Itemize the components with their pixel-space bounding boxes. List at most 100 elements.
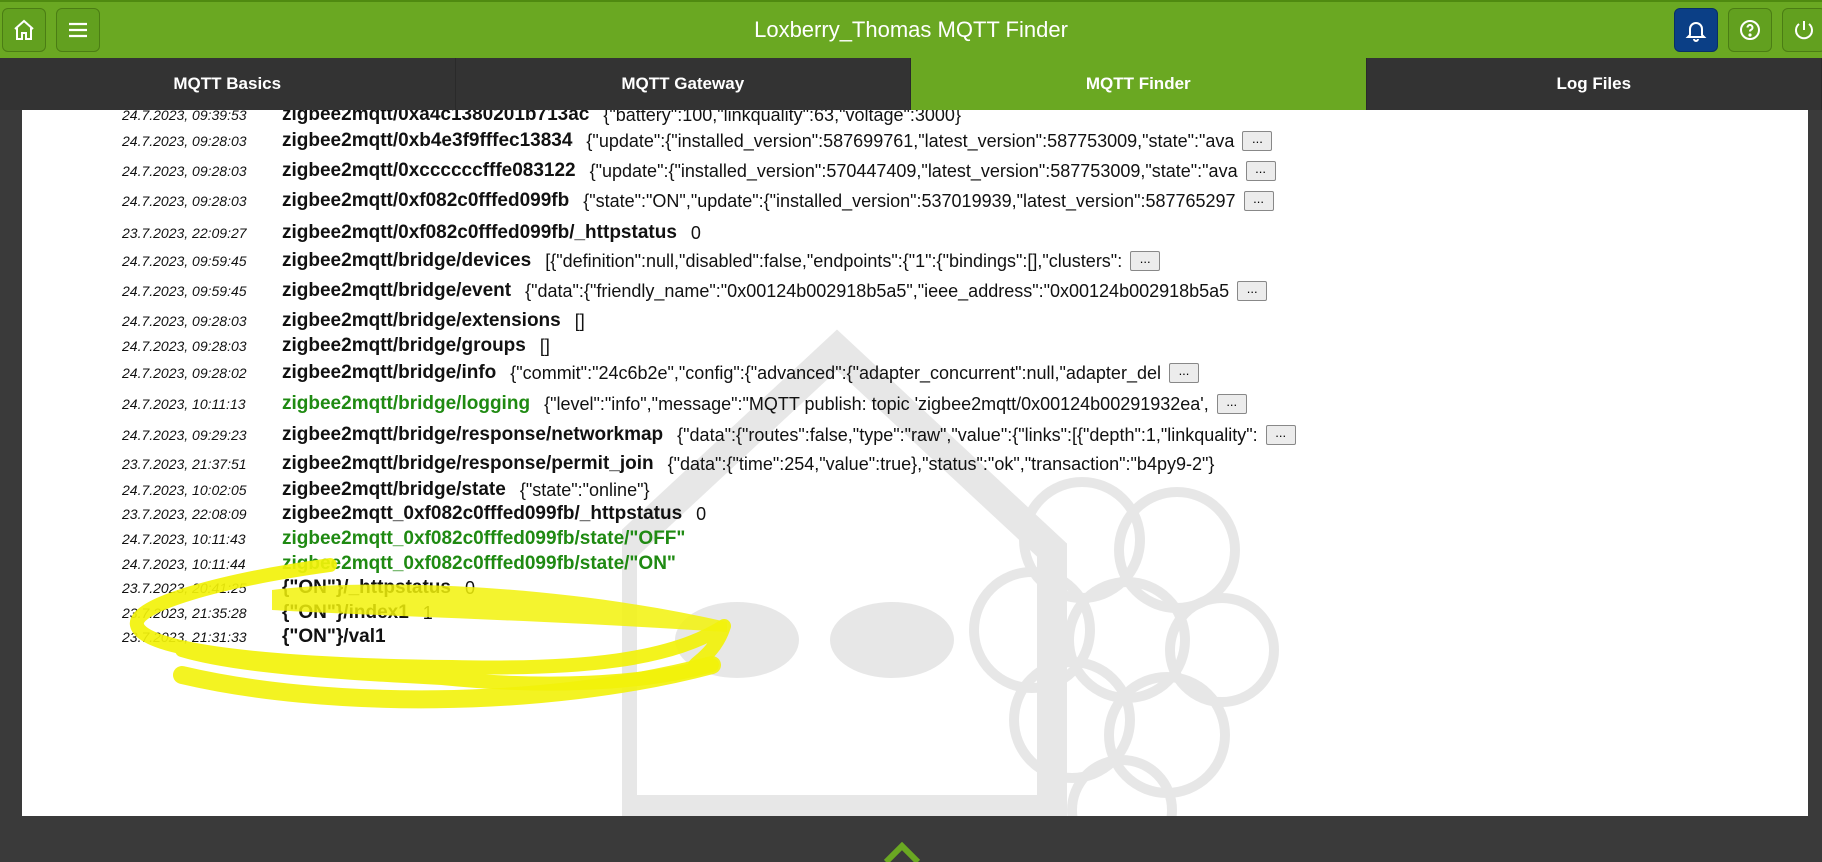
hamburger-menu-icon	[66, 18, 90, 42]
topic-row[interactable]: 23.7.2023, 21:37:51zigbee2mqtt/bridge/re…	[22, 451, 1214, 477]
menu-button[interactable]	[56, 8, 100, 52]
topic-row[interactable]: 24.7.2023, 09:28:02zigbee2mqtt/bridge/in…	[22, 360, 1199, 386]
expand-value-button[interactable]: ...	[1169, 363, 1199, 383]
topic-value: {"commit":"24c6b2e","config":{"advanced"…	[510, 363, 1161, 384]
topic-timestamp: 23.7.2023, 20:41:25	[122, 580, 282, 596]
topic-row[interactable]: 24.7.2023, 09:39:53zigbee2mqtt/0xa4c1380…	[22, 110, 961, 128]
topic-value: {"data":{"routes":false,"type":"raw","va…	[677, 425, 1258, 446]
scroll-top-arrow-icon[interactable]	[882, 842, 922, 862]
topic-value: 0	[691, 223, 701, 244]
topic-timestamp: 24.7.2023, 10:11:44	[122, 556, 282, 572]
topic-row[interactable]: 23.7.2023, 22:09:27zigbee2mqtt/0xf082c0f…	[22, 220, 701, 246]
topic-value: []	[540, 336, 550, 357]
topic-timestamp: 24.7.2023, 10:02:05	[122, 482, 282, 498]
topic-name[interactable]: zigbee2mqtt/0xa4c1380201b713ac	[282, 110, 589, 126]
topic-row[interactable]: 24.7.2023, 10:11:13zigbee2mqtt/bridge/lo…	[22, 391, 1247, 417]
topic-row[interactable]: 24.7.2023, 10:11:44zigbee2mqtt_0xf082c0f…	[22, 551, 690, 577]
topic-timestamp: 24.7.2023, 09:59:45	[122, 283, 282, 299]
topic-value: {"update":{"installed_version":570447409…	[590, 161, 1238, 182]
main-nav-tabs: MQTT Basics MQTT Gateway MQTT Finder Log…	[0, 58, 1822, 110]
topic-row[interactable]: 24.7.2023, 09:28:03zigbee2mqtt/bridge/gr…	[22, 333, 550, 359]
topic-value: 1	[423, 603, 433, 624]
topic-row[interactable]: 24.7.2023, 09:28:03zigbee2mqtt/bridge/ex…	[22, 308, 585, 334]
topic-row[interactable]: 24.7.2023, 09:59:45zigbee2mqtt/bridge/de…	[22, 248, 1160, 274]
topic-row[interactable]: 24.7.2023, 09:28:03zigbee2mqtt/0xccccccf…	[22, 158, 1276, 184]
topic-value: 0	[696, 504, 706, 525]
topic-row[interactable]: 23.7.2023, 21:31:33{"ON"}/val1	[22, 624, 400, 650]
topic-timestamp: 24.7.2023, 09:59:45	[122, 253, 282, 269]
topic-row[interactable]: 24.7.2023, 10:11:43zigbee2mqtt_0xf082c0f…	[22, 526, 699, 552]
topic-timestamp: 24.7.2023, 09:28:03	[122, 133, 282, 149]
topic-value: []	[575, 311, 585, 332]
topic-row[interactable]: 23.7.2023, 21:35:28{"ON"}/index1 1	[22, 600, 433, 626]
topic-name[interactable]: zigbee2mqtt/bridge/response/networkmap	[282, 424, 663, 446]
topic-name[interactable]: zigbee2mqtt/0xf082c0fffed099fb	[282, 190, 569, 212]
topic-name[interactable]: zigbee2mqtt_0xf082c0fffed099fb/state/"OF…	[282, 528, 685, 550]
topic-timestamp: 23.7.2023, 21:35:28	[122, 605, 282, 621]
topic-name[interactable]: zigbee2mqtt_0xf082c0fffed099fb/_httpstat…	[282, 503, 682, 525]
expand-value-button[interactable]: ...	[1244, 191, 1274, 211]
tab-log-files[interactable]: Log Files	[1367, 58, 1822, 110]
topic-timestamp: 24.7.2023, 09:28:03	[122, 313, 282, 329]
loxberry-logo-watermark	[622, 220, 1282, 816]
topic-value: {"level":"info","message":"MQTT publish:…	[544, 394, 1209, 415]
tab-mqtt-gateway[interactable]: MQTT Gateway	[456, 58, 912, 110]
topic-row[interactable]: 24.7.2023, 09:28:03zigbee2mqtt/0xb4e3f9f…	[22, 128, 1272, 154]
topic-timestamp: 24.7.2023, 10:11:43	[122, 531, 282, 547]
expand-value-button[interactable]: ...	[1217, 394, 1247, 414]
topic-row[interactable]: 24.7.2023, 09:29:23zigbee2mqtt/bridge/re…	[22, 422, 1296, 448]
topic-name[interactable]: zigbee2mqtt_0xf082c0fffed099fb/state/"ON…	[282, 553, 676, 575]
home-icon	[12, 18, 36, 42]
topic-row[interactable]: 23.7.2023, 22:08:09zigbee2mqtt_0xf082c0f…	[22, 501, 706, 527]
power-button[interactable]	[1782, 8, 1822, 52]
topic-name[interactable]: zigbee2mqtt/0xf082c0fffed099fb/_httpstat…	[282, 222, 677, 244]
topic-value: {"battery":100,"linkquality":63,"voltage…	[603, 110, 961, 126]
notifications-button[interactable]	[1674, 8, 1718, 52]
topic-row[interactable]: 24.7.2023, 09:28:03zigbee2mqtt/0xf082c0f…	[22, 188, 1274, 214]
topic-name[interactable]: {"ON"}/_httpstatus	[282, 577, 451, 599]
topic-timestamp: 23.7.2023, 22:09:27	[122, 225, 282, 241]
topic-name[interactable]: zigbee2mqtt/bridge/logging	[282, 393, 530, 415]
tab-mqtt-basics[interactable]: MQTT Basics	[0, 58, 456, 110]
topic-timestamp: 24.7.2023, 09:28:02	[122, 365, 282, 381]
topic-timestamp: 24.7.2023, 09:28:03	[122, 193, 282, 209]
expand-value-button[interactable]: ...	[1237, 281, 1267, 301]
topic-name[interactable]: zigbee2mqtt/bridge/response/permit_join	[282, 453, 654, 475]
topic-value: 0	[465, 578, 475, 599]
topic-name[interactable]: zigbee2mqtt/bridge/event	[282, 280, 511, 302]
topic-name[interactable]: zigbee2mqtt/bridge/state	[282, 479, 506, 501]
topic-row[interactable]: 24.7.2023, 10:02:05zigbee2mqtt/bridge/st…	[22, 477, 649, 503]
topic-name[interactable]: zigbee2mqtt/0xb4e3f9fffec13834	[282, 130, 572, 152]
topic-name[interactable]: {"ON"}/val1	[282, 626, 386, 648]
expand-value-button[interactable]: ...	[1246, 161, 1276, 181]
topic-name[interactable]: zigbee2mqtt/bridge/extensions	[282, 310, 561, 332]
topic-timestamp: 23.7.2023, 22:08:09	[122, 506, 282, 522]
topic-value: [{"definition":null,"disabled":false,"en…	[545, 251, 1122, 272]
page-title: Loxberry_Thomas MQTT Finder	[0, 2, 1822, 58]
topic-row[interactable]: 23.7.2023, 20:41:25{"ON"}/_httpstatus 0	[22, 575, 475, 601]
topic-name[interactable]: zigbee2mqtt/bridge/info	[282, 362, 496, 384]
expand-value-button[interactable]: ...	[1242, 131, 1272, 151]
topic-timestamp: 24.7.2023, 10:11:13	[122, 396, 282, 412]
topic-name[interactable]: zigbee2mqtt/bridge/groups	[282, 335, 526, 357]
header-bar: Loxberry_Thomas MQTT Finder	[0, 0, 1822, 58]
topic-timestamp: 24.7.2023, 09:28:03	[122, 338, 282, 354]
topic-name[interactable]: {"ON"}/index1	[282, 602, 409, 624]
topic-row[interactable]: 24.7.2023, 09:59:45zigbee2mqtt/bridge/ev…	[22, 278, 1267, 304]
power-icon	[1792, 18, 1816, 42]
topic-value: {"update":{"installed_version":587699761…	[586, 131, 1234, 152]
topic-list-panel[interactable]: 24.7.2023, 09:39:53zigbee2mqtt/0xa4c1380…	[22, 110, 1808, 816]
topic-timestamp: 24.7.2023, 09:39:53	[122, 110, 282, 123]
expand-value-button[interactable]: ...	[1266, 425, 1296, 445]
topic-timestamp: 24.7.2023, 09:28:03	[122, 163, 282, 179]
bell-icon	[1684, 18, 1708, 42]
expand-value-button[interactable]: ...	[1130, 251, 1160, 271]
topic-timestamp: 23.7.2023, 21:37:51	[122, 456, 282, 472]
topic-value: {"data":{"time":254,"value":true},"statu…	[668, 454, 1215, 475]
topic-name[interactable]: zigbee2mqtt/bridge/devices	[282, 250, 531, 272]
topic-timestamp: 23.7.2023, 21:31:33	[122, 629, 282, 645]
help-button[interactable]	[1728, 8, 1772, 52]
tab-mqtt-finder[interactable]: MQTT Finder	[911, 58, 1367, 110]
home-button[interactable]	[2, 8, 46, 52]
topic-name[interactable]: zigbee2mqtt/0xccccccfffe083122	[282, 160, 576, 182]
